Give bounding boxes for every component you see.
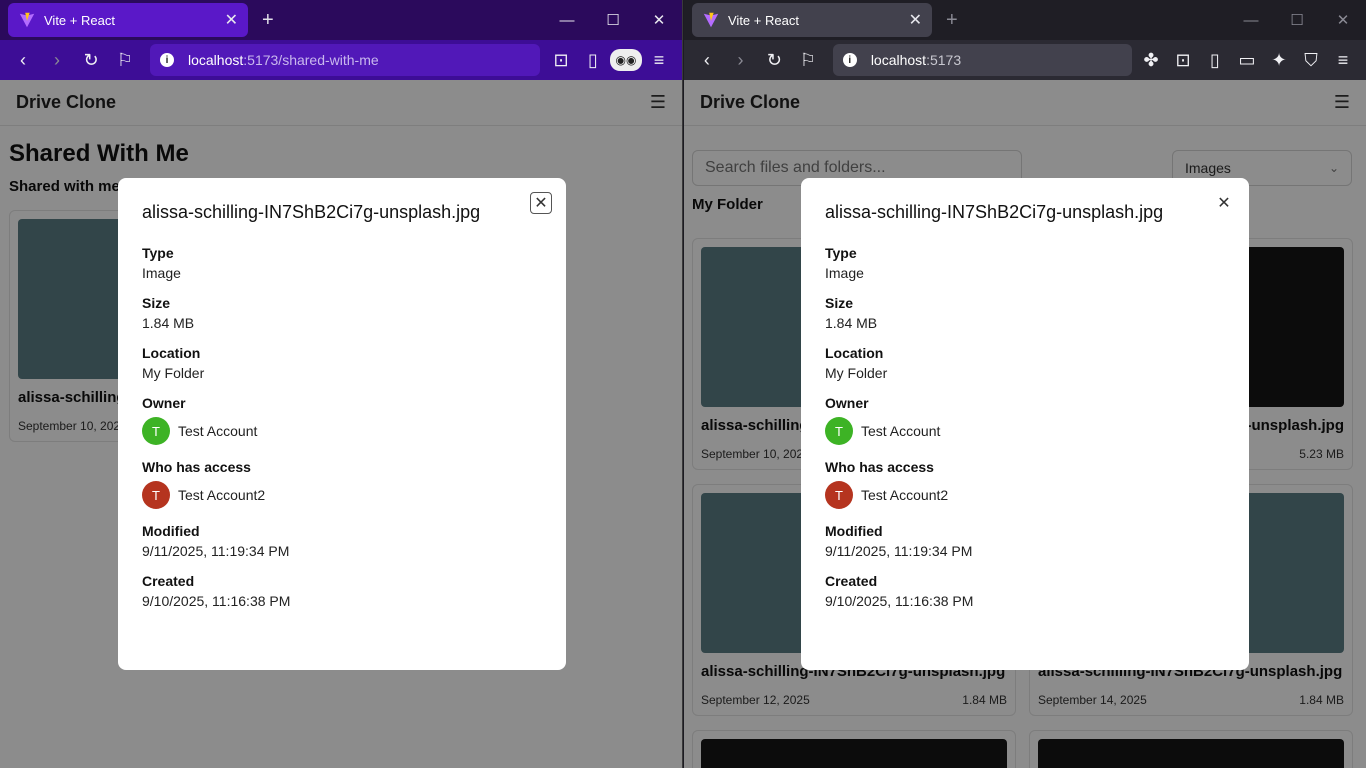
url-path: :5173: [926, 52, 962, 68]
bookmark-icon[interactable]: ⚐: [793, 45, 823, 75]
access-row: T Test Account2: [825, 481, 1225, 509]
modified-value: 9/11/2025, 11:19:34 PM: [825, 543, 973, 559]
close-icon[interactable]: ✕: [530, 192, 552, 214]
size-label: Size: [825, 295, 854, 311]
owner-label: Owner: [142, 395, 186, 411]
url-bar[interactable]: i localhost:5173: [832, 44, 1132, 76]
wallet-icon[interactable]: ▭: [1232, 45, 1262, 75]
maximize-icon[interactable]: ☐: [1274, 0, 1320, 40]
modified-value: 9/11/2025, 11:19:34 PM: [142, 543, 290, 559]
sidebar-icon[interactable]: ▯: [578, 45, 608, 75]
created-label: Created: [825, 573, 878, 589]
reader-view-icon[interactable]: ⊡: [546, 45, 576, 75]
reader-view-icon[interactable]: ⊡: [1168, 45, 1198, 75]
size-value: 1.84 MB: [142, 315, 195, 331]
menu-icon[interactable]: ≡: [1328, 45, 1358, 75]
ai-sparkle-icon[interactable]: ✦: [1264, 45, 1294, 75]
shield-icon[interactable]: ⛉: [1296, 45, 1326, 75]
tab-strip: Vite + React ✕ + — ☐ ✕: [684, 0, 1366, 40]
modified-label: Modified: [142, 523, 200, 539]
avatar: T: [142, 417, 170, 445]
owner-row: T Test Account: [142, 417, 542, 445]
maximize-icon[interactable]: ☐: [590, 0, 636, 40]
browser-window-right: Vite + React ✕ + — ☐ ✕ ‹ › ↻ ⚐ i localho…: [684, 0, 1366, 768]
tab-title: Vite + React: [44, 12, 115, 28]
modal-title: alissa-schilling-IN7ShB2Ci7g-unsplash.jp…: [142, 202, 481, 222]
url-host: localhost: [870, 52, 927, 68]
vite-logo-icon: [19, 12, 35, 28]
owner-name: Test Account: [861, 423, 941, 439]
browser-window-left: Vite + React ✕ + — ☐ ✕ ‹ › ↻ ⚐ i localho…: [0, 0, 683, 768]
created-value: 9/10/2025, 11:16:38 PM: [142, 593, 291, 609]
modal-title: alissa-schilling-IN7ShB2Ci7g-unsplash.jp…: [825, 202, 1164, 222]
nav-bar: ‹ › ↻ ⚐ i localhost:5173/shared-with-me …: [0, 40, 682, 80]
url-bar[interactable]: i localhost:5173/shared-with-me: [150, 44, 540, 76]
reload-icon[interactable]: ↻: [759, 45, 789, 75]
size-label: Size: [142, 295, 171, 311]
access-row: T Test Account2: [142, 481, 542, 509]
extensions-icon[interactable]: ✤: [1136, 45, 1166, 75]
type-label: Type: [825, 245, 857, 261]
menu-icon[interactable]: ≡: [644, 45, 674, 75]
back-icon[interactable]: ‹: [692, 45, 722, 75]
avatar: T: [825, 417, 853, 445]
access-name: Test Account2: [178, 487, 266, 503]
location-label: Location: [142, 345, 201, 361]
private-browsing-icon[interactable]: ◉◉: [610, 49, 642, 71]
access-name: Test Account2: [861, 487, 949, 503]
forward-icon[interactable]: ›: [726, 45, 756, 75]
site-info-icon[interactable]: i: [842, 53, 857, 67]
close-window-icon[interactable]: ✕: [636, 0, 682, 40]
file-details-modal: ✕ alissa-schilling-IN7ShB2Ci7g-unsplash.…: [801, 178, 1249, 670]
url-path: :5173/shared-with-me: [243, 52, 379, 68]
tab-strip: Vite + React ✕ + — ☐ ✕: [0, 0, 682, 40]
bookmark-icon[interactable]: ⚐: [110, 45, 140, 75]
close-icon[interactable]: ✕: [1213, 192, 1235, 214]
type-label: Type: [142, 245, 174, 261]
forward-icon[interactable]: ›: [42, 45, 72, 75]
owner-row: T Test Account: [825, 417, 1225, 445]
access-label: Who has access: [825, 459, 934, 475]
type-value: Image: [142, 265, 181, 281]
owner-label: Owner: [825, 395, 869, 411]
sidebar-icon[interactable]: ▯: [1200, 45, 1230, 75]
minimize-icon[interactable]: —: [1228, 0, 1274, 40]
tab-close-icon[interactable]: ✕: [909, 10, 922, 30]
type-value: Image: [825, 265, 864, 281]
tab-title: Vite + React: [728, 12, 799, 28]
new-tab-icon[interactable]: +: [262, 9, 274, 32]
modified-label: Modified: [825, 523, 883, 539]
new-tab-icon[interactable]: +: [946, 9, 958, 32]
avatar: T: [142, 481, 170, 509]
site-info-icon[interactable]: i: [160, 53, 174, 67]
browser-tab[interactable]: Vite + React ✕: [8, 3, 248, 37]
created-value: 9/10/2025, 11:16:38 PM: [825, 593, 974, 609]
nav-bar: ‹ › ↻ ⚐ i localhost:5173 ✤ ⊡ ▯ ▭ ✦ ⛉ ≡: [684, 40, 1366, 80]
avatar: T: [825, 481, 853, 509]
size-value: 1.84 MB: [825, 315, 878, 331]
minimize-icon[interactable]: —: [544, 0, 590, 40]
browser-tab[interactable]: Vite + React ✕: [692, 3, 932, 37]
location-value: My Folder: [142, 365, 205, 381]
location-label: Location: [825, 345, 884, 361]
url-host: localhost: [188, 52, 244, 68]
back-icon[interactable]: ‹: [8, 45, 38, 75]
access-label: Who has access: [142, 459, 251, 475]
created-label: Created: [142, 573, 195, 589]
file-details-modal: ✕ alissa-schilling-IN7ShB2Ci7g-unsplash.…: [118, 178, 566, 670]
tab-close-icon[interactable]: ✕: [225, 10, 238, 30]
reload-icon[interactable]: ↻: [76, 45, 106, 75]
vite-logo-icon: [703, 12, 719, 28]
location-value: My Folder: [825, 365, 888, 381]
owner-name: Test Account: [178, 423, 258, 439]
close-window-icon[interactable]: ✕: [1320, 0, 1366, 40]
